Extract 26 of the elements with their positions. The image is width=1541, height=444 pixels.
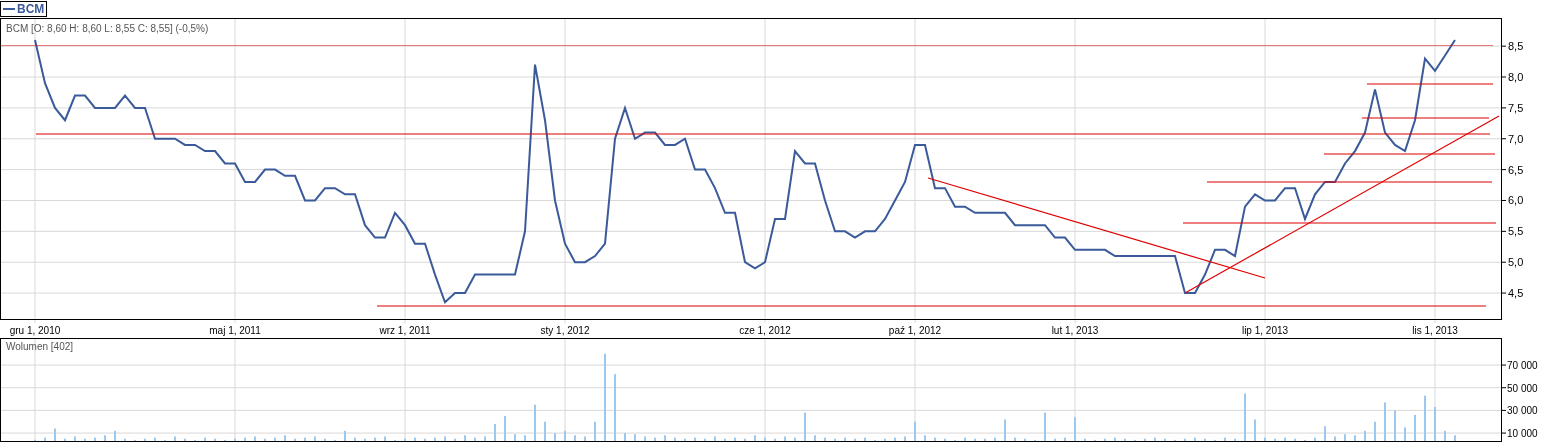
chart-title: Wolumen [402] bbox=[6, 341, 74, 352]
y-tick-label: 5,5 bbox=[1508, 225, 1524, 238]
y-tick-label: 30 000 bbox=[1507, 405, 1538, 417]
x-tick-label: lis 1, 2013 bbox=[1412, 325, 1458, 336]
x-tick-label: sty 1, 2012 bbox=[540, 325, 590, 336]
x-tick-label: wrz 1, 2011 bbox=[379, 325, 431, 336]
y-tick-label: 7,0 bbox=[1508, 132, 1524, 145]
legend-line-icon bbox=[3, 8, 15, 10]
x-tick-label: lip 1, 2013 bbox=[1241, 325, 1289, 336]
y-tick-label: 50 000 bbox=[1507, 382, 1538, 394]
y-tick-label: 5,0 bbox=[1508, 256, 1524, 269]
y-tick-label: 6,0 bbox=[1508, 194, 1524, 207]
x-tick-label: cze 1, 2012 bbox=[739, 325, 791, 336]
y-tick-label: 6,5 bbox=[1508, 163, 1524, 176]
y-tick-label: 8,0 bbox=[1508, 71, 1524, 83]
x-tick-label: maj 1, 2011 bbox=[209, 325, 261, 336]
y-tick-label: 70 000 bbox=[1507, 360, 1538, 372]
y-tick-label: 10 000 bbox=[1507, 428, 1538, 440]
x-tick-label: paź 1, 2012 bbox=[888, 325, 942, 336]
x-tick-label: gru 1, 2010 bbox=[9, 325, 61, 336]
y-tick-label: 4,5 bbox=[1508, 287, 1524, 300]
y-tick-label: 8,5 bbox=[1508, 40, 1524, 53]
y-tick-label: 7,5 bbox=[1508, 101, 1524, 114]
x-tick-label: lut 1, 2013 bbox=[1051, 325, 1099, 336]
legend-label: BCM bbox=[17, 3, 45, 15]
chart-title: BCM [O: 8,60 H: 8,60 L: 8,55 C: 8,55] (-0,5%) bbox=[6, 23, 209, 34]
